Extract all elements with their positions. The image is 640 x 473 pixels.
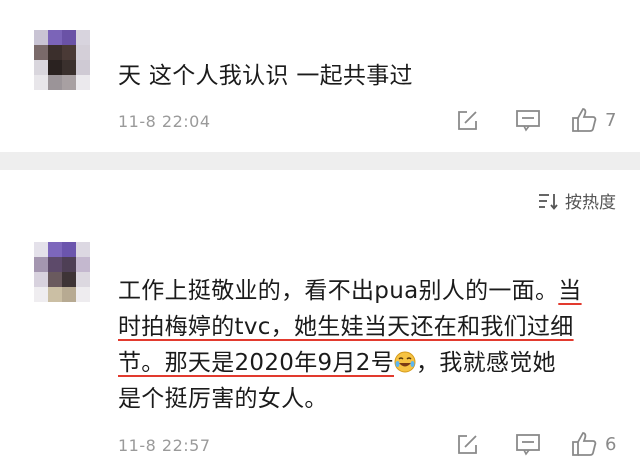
comment-text: 天 这个人我认识 一起共事过 — [118, 63, 413, 89]
share-edit-icon[interactable] — [455, 432, 481, 456]
sort-label: 按热度 — [565, 193, 616, 213]
thumbs-up-icon[interactable] — [570, 430, 598, 458]
like-count: 7 — [605, 110, 617, 131]
comment-line-1: 工作上挺敬业的，看不出pua别人的一面。当 — [118, 278, 582, 304]
separator — [0, 152, 640, 170]
sort-icon — [539, 193, 558, 210]
sort-button[interactable]: 按热度 — [537, 188, 616, 213]
comment-card-1: 天 这个人我认识 一起共事过 11-8 22:04 7 — [0, 0, 640, 152]
comment-bubble-icon[interactable] — [514, 108, 542, 132]
comment-line-3: 节。那天是2020年9月2号 ，我就感觉她 — [118, 350, 556, 376]
thumbs-up-icon[interactable] — [570, 106, 598, 134]
avatar-blurred[interactable] — [34, 242, 90, 302]
laughing-tears-emoji — [394, 351, 416, 373]
comment-line-2: 时拍梅婷的tvc，她生娃当天还在和我们过细 — [118, 314, 574, 340]
share-edit-icon[interactable] — [455, 108, 481, 132]
comment-line-4: 是个挺厉害的女人。 — [118, 386, 328, 412]
like-count: 6 — [605, 434, 617, 455]
comment-text: 工作上挺敬业的，看不出pua别人的一面。当 时拍梅婷的tvc，她生娃当天还在和我… — [118, 273, 628, 417]
comment-timestamp: 11-8 22:57 — [118, 436, 211, 455]
avatar-blurred[interactable] — [34, 30, 90, 90]
comment-timestamp: 11-8 22:04 — [118, 112, 211, 131]
comment-card-2: 按热度 工作上挺敬业的，看不出pua别人的一面。当 时拍梅婷的tvc，她生娃当天… — [0, 170, 640, 473]
comment-bubble-icon[interactable] — [514, 432, 542, 456]
